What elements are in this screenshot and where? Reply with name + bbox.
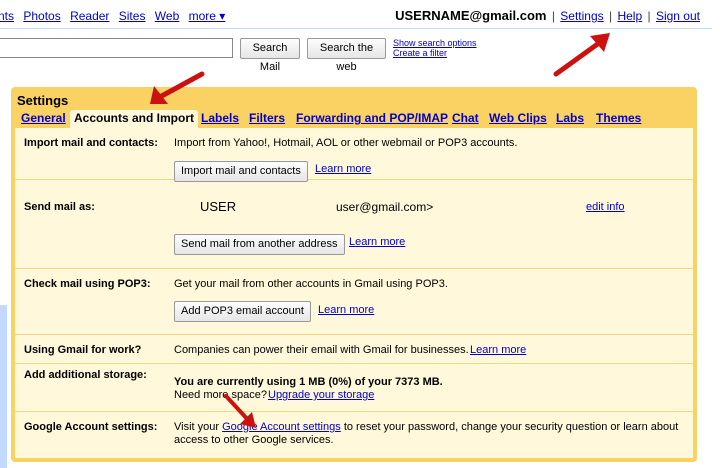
google-account-settings-link[interactable]: Google Account settings: [222, 421, 341, 433]
import-mail-button[interactable]: Import mail and contacts: [174, 161, 308, 182]
settings-link[interactable]: Settings: [560, 9, 603, 23]
send-as-email: user@gmail.com>: [336, 200, 434, 214]
send-as-name: USER: [200, 199, 237, 214]
row-google-account: Google Account settings: Visit your Goog…: [15, 412, 693, 458]
nav-link-web[interactable]: Web: [155, 9, 179, 23]
tab-web-clips[interactable]: Web Clips: [489, 110, 547, 128]
add-pop3-button[interactable]: Add POP3 email account: [174, 301, 311, 322]
tab-accounts-and-import[interactable]: Accounts and Import: [70, 110, 199, 128]
tab-forwarding[interactable]: Forwarding and POP/IMAP: [296, 110, 448, 128]
import-label: Import mail and contacts:: [24, 137, 158, 149]
separator: |: [647, 9, 651, 23]
search-input[interactable]: [0, 38, 233, 58]
nav-link-sites[interactable]: Sites: [119, 9, 146, 23]
search-web-button[interactable]: Search the web: [307, 38, 386, 73]
create-filter-link[interactable]: Create a filter: [393, 48, 477, 58]
tab-chat[interactable]: Chat: [452, 110, 479, 128]
annotation-arrow-settings: [553, 33, 610, 77]
google-account-label: Google Account settings:: [24, 421, 158, 433]
nav-link-partial[interactable]: nts: [0, 9, 14, 23]
google-account-line2: access to other Google services.: [174, 434, 334, 446]
send-as-learn-more-link[interactable]: Learn more: [349, 236, 405, 248]
storage-label: Add additional storage:: [24, 369, 147, 381]
tab-general[interactable]: General: [21, 110, 66, 128]
sign-out-link[interactable]: Sign out: [656, 9, 700, 23]
show-search-options-link[interactable]: Show search options: [393, 38, 477, 48]
upgrade-storage-link[interactable]: Upgrade your storage: [268, 389, 374, 401]
work-label: Using Gmail for work?: [24, 344, 142, 356]
google-pre-text: Visit your: [174, 421, 220, 433]
top-nav: nts Photos Reader Sites Web more ▾: [0, 9, 231, 23]
need-more-space: Need more space?: [174, 389, 267, 401]
tab-labs[interactable]: Labs: [556, 110, 584, 128]
search-mail-button[interactable]: Search Mail: [240, 38, 300, 73]
settings-panel: Settings General Accounts and Import Lab…: [11, 87, 697, 462]
account-email: USERNAME@gmail.com: [395, 8, 547, 23]
header-divider: [0, 28, 712, 29]
separator: |: [551, 9, 555, 23]
account-bar: USERNAME@gmail.com | Settings | Help | S…: [395, 8, 700, 23]
tab-labels[interactable]: Labels: [201, 110, 239, 128]
row-storage: Add additional storage: You are currentl…: [15, 364, 693, 412]
google-account-description: Visit your Google Account settings to re…: [174, 421, 678, 433]
storage-usage: You are currently using 1 MB (0%) of you…: [174, 376, 443, 388]
settings-title: Settings: [17, 93, 69, 108]
left-sidebar-edge: [0, 305, 7, 468]
work-learn-more-link[interactable]: Learn more: [470, 344, 526, 356]
work-description: Companies can power their email with Gma…: [174, 344, 469, 356]
edit-info-link[interactable]: edit info: [586, 201, 625, 213]
separator: |: [608, 9, 613, 23]
pop3-description: Get your mail from other accounts in Gma…: [174, 278, 448, 290]
tab-themes[interactable]: Themes: [596, 110, 641, 128]
row-pop3: Check mail using POP3: Get your mail fro…: [15, 269, 693, 335]
pop3-label: Check mail using POP3:: [24, 278, 151, 290]
row-import: Import mail and contacts: Import from Ya…: [15, 128, 693, 182]
tab-filters[interactable]: Filters: [249, 110, 285, 128]
nav-link-photos[interactable]: Photos: [23, 9, 60, 23]
nav-link-reader[interactable]: Reader: [70, 9, 109, 23]
google-post-text: to reset your password, change your secu…: [343, 421, 679, 433]
row-send-as: Send mail as: USER user@gmail.com> edit …: [15, 180, 693, 269]
nav-link-more[interactable]: more ▾: [189, 9, 226, 23]
settings-content: Import mail and contacts: Import from Ya…: [15, 128, 693, 458]
pop3-learn-more-link[interactable]: Learn more: [318, 304, 374, 316]
import-learn-more-link[interactable]: Learn more: [315, 163, 371, 175]
import-description: Import from Yahoo!, Hotmail, AOL or othe…: [174, 137, 518, 149]
row-gmail-for-work: Using Gmail for work? Companies can powe…: [15, 335, 693, 364]
send-from-another-button[interactable]: Send mail from another address: [174, 234, 345, 255]
send-as-label: Send mail as:: [24, 201, 95, 213]
help-link[interactable]: Help: [617, 9, 642, 23]
search-links: Show search options Create a filter: [393, 38, 477, 58]
